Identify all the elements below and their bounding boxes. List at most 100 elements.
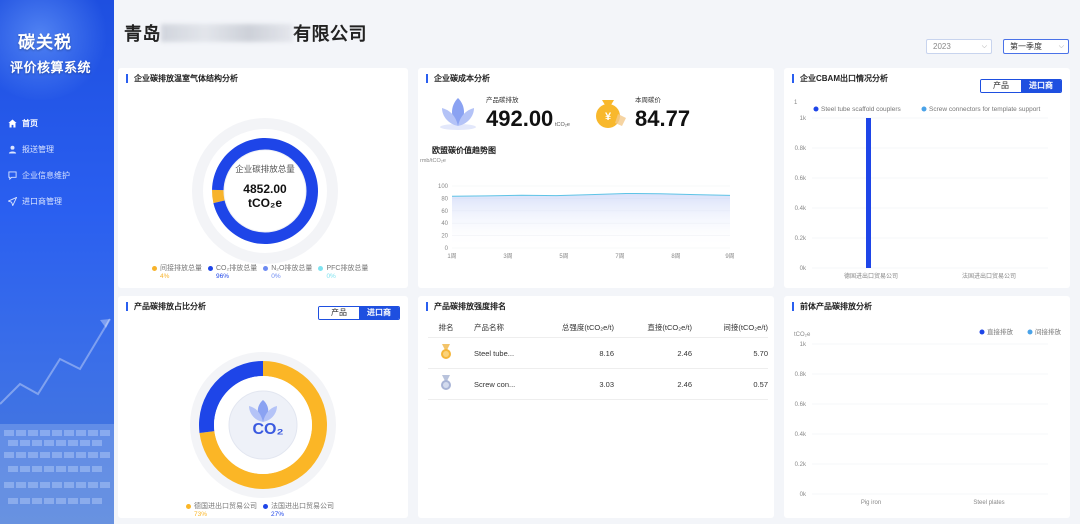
precursor-card: 前体产品碳排放分析 tCO₂e 0k 0.2k 0.4k 0.6k 0.8k 1k 直接排放… xyxy=(784,296,1070,518)
x-tick-label: Pig iron xyxy=(861,500,881,506)
carbon-price-trend-chart: 0 20 40 60 80 100 1周 3周 5周 7周 8周 9周 xyxy=(438,184,735,260)
legend-item: CO₂排放总量 96% xyxy=(208,263,257,280)
col-rank: 排名 xyxy=(438,323,454,332)
money-bag-icon: ¥ xyxy=(596,100,626,128)
carbon-cost-card: 企业碳成本分析 产品碳排放 492.00 tCO₂e ¥ 本周碳价 84.77 … xyxy=(418,68,774,288)
legend-dot xyxy=(208,265,213,271)
sidebar-item-company-info[interactable]: 企业信息维护 xyxy=(0,162,114,188)
x-tick-label: 5周 xyxy=(559,253,568,260)
sidebar-item-home[interactable]: 首页 xyxy=(0,110,114,136)
x-tick-label: Steel plates xyxy=(973,500,1004,506)
ghg-legend: 间接排放总量 4% CO₂排放总量 96% N₂O排放总量 0% PFC排放总量… xyxy=(152,263,374,280)
legend-item: N₂O排放总量 0% xyxy=(263,263,312,280)
x-tick-label: 德国进出口贸易公司 xyxy=(844,272,898,280)
legend-label: N₂O排放总量 xyxy=(271,265,313,272)
chevron-down-icon: ⌵ xyxy=(1058,43,1064,50)
col-total: 总强度(tCO₂e/t) xyxy=(561,323,614,332)
legend-label: PFC排放总量 xyxy=(326,265,369,272)
legend-label: CO₂排放总量 xyxy=(216,265,258,272)
cell-indirect: 0.57 xyxy=(753,379,768,389)
col-direct: 直接(tCO₂e/t) xyxy=(647,323,692,332)
toggle-importer[interactable]: 进口商 xyxy=(1021,80,1061,92)
ghg-structure-card: 企业碳排放温室气体结构分析 企业碳排放总量 4852.00 tCO₂e 间接排放… xyxy=(118,68,408,288)
share-legend: 德国进出口贸易公司 73% 法国进出口贸易公司 27% xyxy=(186,501,340,518)
emission-value: 492.00 xyxy=(486,106,554,131)
trend-title: 欧盟碳价值趋势图 xyxy=(432,146,496,155)
price-label: 本周碳价 xyxy=(635,97,661,104)
precursor-bar-chart: 0k 0.2k 0.4k 0.6k 0.8k 1k 直接排放 间接排放 Pig iron Stee… xyxy=(795,328,1062,506)
co2-badge-text: CO₂ xyxy=(252,421,283,438)
y-tick-label: 0.8k xyxy=(795,372,807,378)
chart-legend: Steel tube scaffold couplers Screw connec… xyxy=(813,106,1040,113)
legend-pct: 73% xyxy=(194,511,208,518)
quarter-select[interactable]: 第一季度 ⌵ xyxy=(1003,39,1069,54)
emission-label: 产品碳排放 xyxy=(486,97,519,104)
year-select[interactable]: 2023 ⌵ xyxy=(926,39,992,54)
user-icon xyxy=(8,145,17,154)
sidebar-item-importers[interactable]: 进口商管理 xyxy=(0,188,114,214)
legend-dot xyxy=(186,503,191,509)
sidebar: 碳关税 评价核算系统 首页 报送管理 企业信息维护 进口商管理 xyxy=(0,0,114,524)
intensity-ranking-card: 产品碳排放强度排名 排名 产品名称 总强度(tCO₂e/t) 直接(tCO₂e/… xyxy=(418,296,774,518)
sidebar-item-report[interactable]: 报送管理 xyxy=(0,136,114,162)
send-icon xyxy=(8,196,17,206)
legend-dot xyxy=(979,329,985,335)
card-title: 企业碳成本分析 xyxy=(426,74,490,83)
y-tick-label: 20 xyxy=(441,234,448,240)
y-tick-label: 0.6k xyxy=(795,402,807,408)
table-row[interactable]: Steel tube... 8.16 2.46 5.70 xyxy=(428,338,768,369)
legend-dot xyxy=(263,265,269,271)
sidebar-item-label: 首页 xyxy=(22,118,38,128)
bar xyxy=(866,118,871,268)
legend-dot xyxy=(813,106,819,112)
legend-pct: 27% xyxy=(271,511,285,518)
x-tick-label: 法国进出口贸易公司 xyxy=(962,272,1016,280)
trend-area xyxy=(452,193,730,248)
chevron-down-icon: ⌵ xyxy=(981,43,987,50)
y-tick-label: 60 xyxy=(441,209,448,215)
legend-dot xyxy=(318,265,324,271)
col-indirect: 间接(tCO₂e/t) xyxy=(723,323,768,332)
brand-line2: 评价核算系统 xyxy=(10,60,92,75)
y-tick-label: 1k xyxy=(800,116,807,122)
page-title-prefix: 青岛 xyxy=(124,24,161,44)
donut-center-label: 企业碳排放总量 xyxy=(235,164,295,174)
legend-pct: 4% xyxy=(160,273,170,280)
y-tick-label: 0 xyxy=(445,246,449,252)
legend-item: 间接排放总量 4% xyxy=(152,263,202,280)
redacted-name xyxy=(161,24,293,42)
toggle-product[interactable]: 产品 xyxy=(981,80,1021,92)
card-title: 企业CBAM出口情况分析 xyxy=(792,74,888,83)
cbam-toggle: 产品 进口商 xyxy=(980,79,1062,93)
y-tick-label: 40 xyxy=(441,221,448,227)
legend-label: 德国进出口贸易公司 xyxy=(194,503,257,510)
page-title: 青岛 有限公司 xyxy=(124,20,367,46)
trend-unit: rmb/tCO₂e xyxy=(420,158,446,164)
cbam-bar-chart: 0k 0.2k 0.4k 0.6k 0.8k 1k Steel tube scaffold … xyxy=(795,106,1048,280)
legend-pct: 96% xyxy=(216,273,230,280)
legend-dot xyxy=(921,106,927,112)
legend-dot xyxy=(152,265,157,271)
x-tick-label: 3周 xyxy=(503,253,512,260)
y-tick-label: 0.8k xyxy=(795,146,807,152)
cell-total: 8.16 xyxy=(599,348,614,358)
legend-label: 法国进出口贸易公司 xyxy=(271,503,334,510)
legend-dot xyxy=(263,503,268,509)
sidebar-item-label: 进口商管理 xyxy=(22,196,62,206)
chat-icon xyxy=(8,170,17,180)
port-background-image xyxy=(0,318,114,524)
y-tick-label: 0k xyxy=(800,266,807,272)
donut-center-value: 4852.00 xyxy=(243,182,287,196)
y-tick-label: 0.4k xyxy=(795,432,807,438)
cell-name: Screw con... xyxy=(474,379,516,389)
cell-direct: 2.46 xyxy=(677,379,692,389)
table-row[interactable]: Screw con... 3.03 2.46 0.57 xyxy=(428,369,768,400)
legend-label: Steel tube scaffold couplers xyxy=(821,106,901,113)
gold-medal-icon xyxy=(441,344,451,359)
y-tick-label: 100 xyxy=(438,184,449,190)
y-tick-label: 1k xyxy=(800,342,807,348)
brand-line1: 碳关税 xyxy=(18,33,72,52)
table-header: 排名 产品名称 总强度(tCO₂e/t) 直接(tCO₂e/t) 间接(tCO₂… xyxy=(428,318,768,338)
y-tick-label: 0.2k xyxy=(795,236,807,242)
col-name: 产品名称 xyxy=(474,323,504,332)
